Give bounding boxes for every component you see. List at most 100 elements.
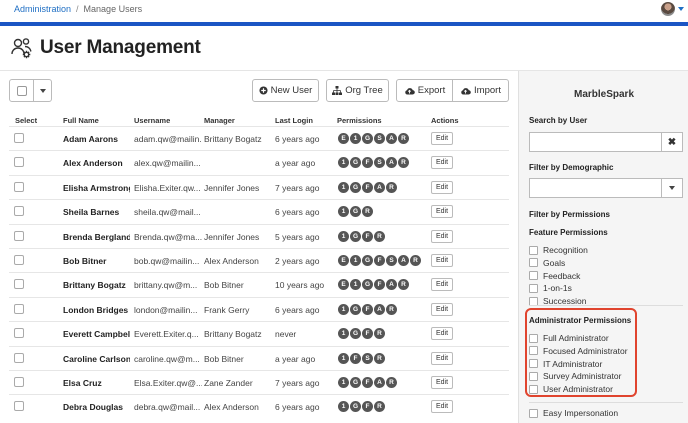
edit-button[interactable]: Edit — [431, 376, 454, 389]
select-options-dropdown[interactable] — [34, 80, 51, 101]
permission-badge: E — [338, 133, 349, 144]
user-menu[interactable] — [661, 2, 684, 16]
feature-permission-checkbox[interactable] — [529, 258, 538, 268]
import-button[interactable]: Import — [452, 79, 509, 102]
row-select-checkbox[interactable] — [14, 206, 24, 217]
permission-badge: R — [374, 352, 385, 364]
edit-button[interactable]: Edit — [431, 278, 454, 292]
permission-badge: A — [386, 157, 397, 169]
edit-button[interactable]: Edit — [431, 205, 454, 219]
row-select-checkbox[interactable] — [14, 377, 24, 387]
admin-permission-option[interactable]: Focused Administrator — [529, 346, 628, 356]
row-select-checkbox[interactable] — [14, 255, 24, 265]
row-select-checkbox[interactable] — [14, 401, 24, 412]
row-select-checkbox[interactable] — [14, 230, 24, 241]
edit-button[interactable]: Edit — [431, 132, 454, 145]
table-row: Everett Campbell Everett.Exiter.q... Britt… — [9, 321, 509, 345]
row-manager: Frank Gerry — [204, 304, 250, 315]
row-username: Elsa.Exiter.qw@... — [134, 378, 202, 388]
row-last-login: 7 years ago — [275, 378, 320, 388]
brand-name: MarbleSpark — [573, 89, 635, 100]
admin-permission-option[interactable]: Survey Administrator — [529, 371, 621, 381]
edit-button[interactable]: Edit — [431, 351, 454, 365]
select-all-checkbox[interactable] — [10, 80, 34, 101]
header-manager[interactable]: Manager — [204, 116, 235, 125]
org-tree-button[interactable]: Org Tree — [326, 79, 389, 102]
admin-permission-checkbox[interactable] — [529, 333, 538, 343]
admin-permission-checkbox[interactable] — [529, 384, 538, 394]
top-bar: Administration / Manage Users — [0, 0, 688, 22]
breadcrumb-administration[interactable]: Administration — [14, 4, 71, 14]
close-icon[interactable]: ✖ — [661, 132, 683, 152]
row-select-checkbox[interactable] — [14, 133, 24, 143]
export-button[interactable]: Export — [396, 79, 453, 102]
permission-badge: F — [374, 279, 385, 291]
admin-permission-checkbox[interactable] — [529, 359, 538, 369]
edit-button[interactable]: Edit — [431, 327, 454, 341]
feature-permission-checkbox[interactable] — [529, 271, 538, 281]
row-select-checkbox[interactable] — [14, 181, 24, 192]
easy-impersonation-option[interactable]: Easy Impersonation — [529, 408, 618, 418]
permission-badge: A — [386, 133, 397, 144]
admin-permission-option[interactable]: User Administrator — [529, 384, 613, 394]
row-full-name: Brittany Bogatz — [63, 280, 126, 291]
chevron-down-icon[interactable] — [678, 7, 684, 11]
feature-permission-checkbox[interactable] — [529, 283, 538, 293]
row-permissions: 1GFAR — [338, 303, 397, 315]
row-username: brittany.qw@m... — [134, 280, 198, 291]
edit-button[interactable]: Edit — [431, 400, 454, 414]
edit-button[interactable]: Edit — [431, 229, 454, 243]
demographic-select-value[interactable] — [529, 178, 661, 198]
feature-permissions-label: Feature Permissions — [529, 228, 608, 237]
row-full-name: Sheila Barnes — [63, 207, 120, 218]
row-permissions: 1GFAR — [338, 377, 397, 388]
row-username: bob.qw@mailin... — [134, 256, 200, 266]
feature-permission-option[interactable]: 1-on-1s — [529, 283, 572, 293]
header-username[interactable]: Username — [134, 116, 170, 125]
edit-button[interactable]: Edit — [431, 302, 454, 316]
header-last-login[interactable]: Last Login — [275, 116, 313, 125]
edit-button[interactable]: Edit — [431, 180, 454, 194]
easy-impersonation-checkbox[interactable] — [529, 408, 538, 418]
permission-badge: R — [398, 157, 409, 169]
permission-badge: 1 — [350, 279, 361, 291]
header-full-name[interactable]: Full Name — [63, 116, 99, 125]
permission-badge: E — [338, 279, 349, 291]
permission-badge: G — [362, 133, 373, 144]
import-label: Import — [474, 85, 501, 96]
row-select-checkbox[interactable] — [14, 352, 24, 363]
edit-button[interactable]: Edit — [431, 156, 454, 170]
admin-permission-checkbox[interactable] — [529, 371, 538, 381]
bulk-select-group[interactable] — [9, 79, 52, 102]
row-select-checkbox[interactable] — [14, 328, 24, 339]
admin-permission-option[interactable]: IT Administrator — [529, 359, 602, 369]
admin-permission-checkbox[interactable] — [529, 346, 538, 356]
admin-permission-option[interactable]: Full Administrator — [529, 333, 609, 343]
new-user-button[interactable]: New User — [252, 79, 319, 102]
search-input[interactable] — [529, 132, 661, 152]
permission-badge: S — [362, 352, 373, 364]
filter-permissions-label: Filter by Permissions — [529, 210, 610, 219]
row-select-checkbox[interactable] — [14, 157, 24, 168]
row-manager: Zane Zander — [204, 378, 253, 388]
permission-badge: A — [374, 377, 385, 388]
feature-permission-option[interactable]: Recognition — [529, 245, 588, 255]
row-select-checkbox[interactable] — [14, 303, 24, 314]
feature-permission-checkbox[interactable] — [529, 245, 538, 255]
permission-badge: G — [350, 401, 361, 413]
row-username: Everett.Exiter.q... — [134, 329, 199, 340]
demographic-select[interactable] — [529, 178, 683, 198]
row-permissions: 1GR — [338, 206, 373, 218]
permission-badge: 1 — [338, 352, 349, 364]
feature-permission-option[interactable]: Feedback — [529, 271, 580, 281]
demographic-select-toggle[interactable] — [661, 178, 683, 198]
feature-permission-option[interactable]: Goals — [529, 258, 565, 268]
row-last-login: a year ago — [275, 353, 316, 364]
avatar[interactable] — [661, 2, 675, 16]
row-select-checkbox[interactable] — [14, 279, 24, 290]
permission-badge: A — [398, 255, 409, 266]
row-last-login: 6 years ago — [275, 304, 320, 315]
row-permissions: E1GFAR — [338, 279, 409, 291]
edit-button[interactable]: Edit — [431, 254, 454, 267]
permission-badge: G — [350, 206, 361, 218]
